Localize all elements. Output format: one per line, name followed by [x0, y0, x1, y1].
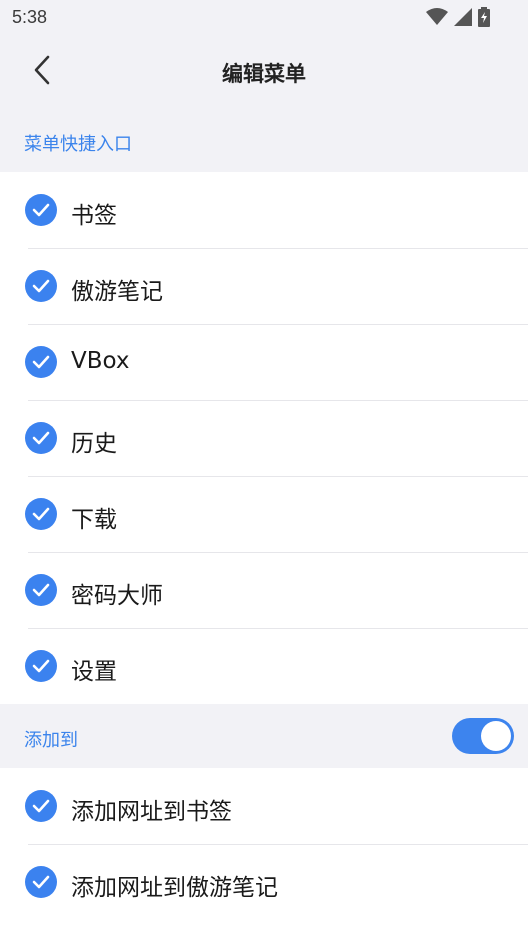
divider [28, 400, 528, 401]
add-to-list: 添加网址到书签添加网址到傲游笔记 [0, 768, 528, 920]
list-item-label: 设置 [71, 659, 117, 685]
list-item[interactable]: 傲游笔记 [0, 248, 528, 324]
checkmark-icon[interactable] [25, 866, 57, 898]
add-to-toggle[interactable] [452, 718, 514, 754]
menu-shortcut-list: 书签傲游笔记 VBox 历史下载密码大师设置 [0, 172, 528, 704]
status-bar: 5:38 [0, 0, 528, 36]
signal-icon [454, 8, 472, 30]
divider [28, 844, 528, 845]
checkmark-icon[interactable] [25, 194, 57, 226]
section-title-add: 添加到 [24, 730, 78, 751]
checkmark-icon[interactable] [25, 346, 57, 378]
divider [28, 324, 528, 325]
list-item-label: 添加网址到傲游笔记 [71, 875, 278, 901]
status-time: 5:38 [12, 7, 48, 27]
status-icons [426, 7, 490, 31]
section-title-menu: 菜单快捷入口 [24, 134, 132, 155]
checkmark-icon[interactable] [25, 270, 57, 302]
section-header-menu: 菜单快捷入口 [0, 108, 528, 172]
list-item-label: 添加网址到书签 [71, 799, 232, 825]
list-item-label: 傲游笔记 [71, 279, 163, 305]
list-item-label: 下载 [71, 507, 117, 533]
list-item[interactable]: 添加网址到书签 [0, 768, 528, 844]
divider [28, 248, 528, 249]
list-item[interactable]: VBox [0, 324, 528, 400]
list-item[interactable]: 设置 [0, 628, 528, 704]
list-item-label: 密码大师 [71, 583, 163, 609]
wifi-icon [426, 8, 448, 30]
list-item-label: VBox [71, 348, 130, 374]
checkmark-icon[interactable] [25, 422, 57, 454]
checkmark-icon[interactable] [25, 650, 57, 682]
list-item-label: 历史 [71, 431, 117, 457]
battery-icon [478, 7, 490, 31]
section-header-add: 添加到 [0, 704, 528, 768]
nav-bar: 编辑菜单 [0, 36, 528, 108]
list-item[interactable]: 添加网址到傲游笔记 [0, 844, 528, 920]
list-item[interactable]: 密码大师 [0, 552, 528, 628]
list-item[interactable]: 书签 [0, 172, 528, 248]
page-title: 编辑菜单 [222, 62, 306, 86]
toggle-knob [481, 721, 511, 751]
divider [28, 628, 528, 629]
list-item[interactable]: 下载 [0, 476, 528, 552]
checkmark-icon[interactable] [25, 574, 57, 606]
divider [28, 552, 528, 553]
checkmark-icon[interactable] [25, 790, 57, 822]
checkmark-icon[interactable] [25, 498, 57, 530]
list-item[interactable]: 历史 [0, 400, 528, 476]
list-item-label: 书签 [71, 203, 117, 229]
divider [28, 476, 528, 477]
